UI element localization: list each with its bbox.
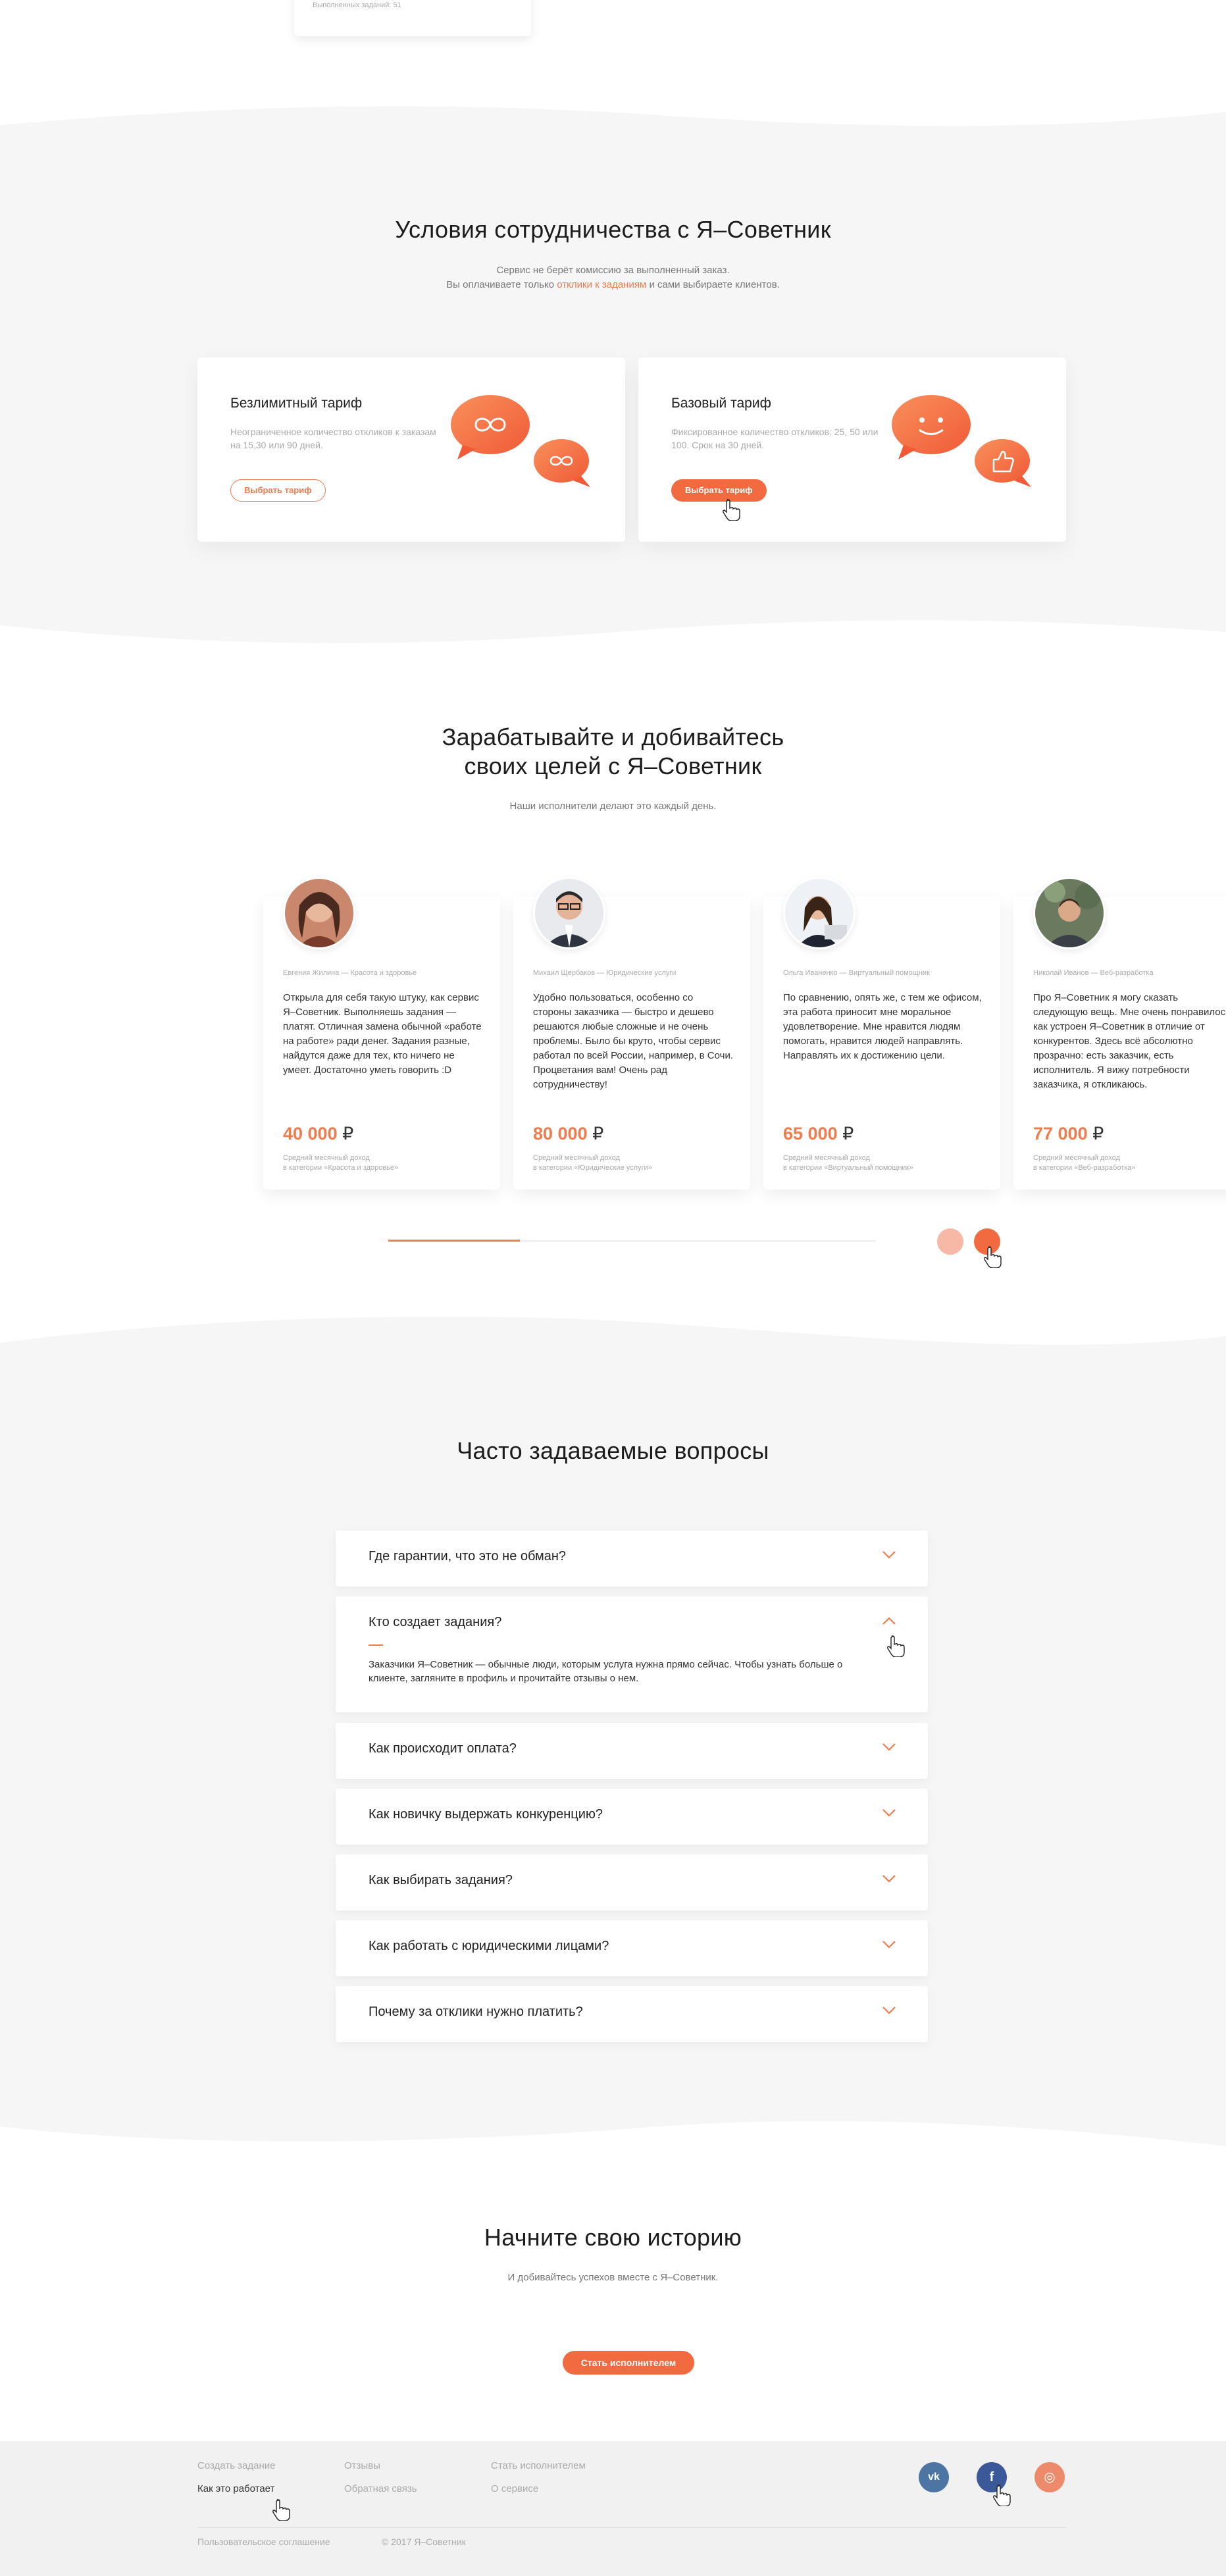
tariff-title: Базовый тариф <box>671 396 771 411</box>
avatar <box>1033 877 1106 949</box>
income-note: Средний месячный доход в категории «Юриди… <box>533 1154 652 1172</box>
avatar <box>283 877 355 949</box>
vk-icon[interactable]: vk <box>919 2462 949 2492</box>
hand-cursor-icon <box>272 2499 290 2521</box>
wave-top-1 <box>0 106 1226 138</box>
faq-item[interactable]: Как работать с юридическими лицами? <box>336 1920 928 1976</box>
income-value: 80 000 ₽ <box>533 1124 604 1143</box>
faq-question: Кто создает задания? <box>369 1615 502 1629</box>
income-value: 40 000 ₽ <box>283 1124 354 1143</box>
income-value: 65 000 ₽ <box>783 1124 854 1143</box>
cooperation-subtitle: Сервис не берёт комиссию за выполненный … <box>0 263 1226 292</box>
footer-link-agreement[interactable]: Пользовательское соглашение <box>197 2537 330 2547</box>
chevron-down-icon <box>882 1809 896 1817</box>
tariff-card-unlimited: Безлимитный тариф Неограниченное количес… <box>197 357 625 542</box>
wave-top-2 <box>0 1317 1226 1363</box>
footer-link-reviews[interactable]: Отзывы <box>344 2460 380 2471</box>
hand-cursor-icon <box>887 1635 905 1657</box>
faq-question: Как работать с юридическими лицами? <box>369 1939 609 1953</box>
completed-tasks-text: Выполненных заданий: 51 <box>313 1 401 9</box>
testimonial-quote: Открыла для себя такую штуку, как сервис… <box>283 992 482 1076</box>
testimonial-author: Николай Иванов — Веб-разработка <box>1033 969 1154 977</box>
become-executor-button[interactable]: Стать исполнителем <box>563 2351 694 2375</box>
footer-link-feedback[interactable]: Обратная связь <box>344 2483 417 2494</box>
footer-link-become-executor[interactable]: Стать исполнителем <box>491 2460 586 2471</box>
income-note: Средний месячный доход в категории «Вирту… <box>783 1154 913 1172</box>
footer-divider <box>197 2527 1066 2528</box>
choose-tariff-button[interactable]: Выбрать тариф <box>230 479 326 502</box>
chevron-up-icon <box>882 1617 896 1625</box>
earn-title: Зарабатывайте и добивайтесь своих целей … <box>442 723 784 779</box>
chevron-down-icon <box>882 1941 896 1949</box>
hand-cursor-icon <box>723 499 740 521</box>
footer-link-create-task[interactable]: Создать задание <box>197 2460 276 2471</box>
faq-item[interactable]: Как новичку выдержать конкуренцию? <box>336 1789 928 1845</box>
testimonial-card: Михаил Щербаков — Юридические услуги Удо… <box>513 877 750 1190</box>
faq-question: Как выбирать задания? <box>369 1873 513 1887</box>
testimonial-card: Евгения Жилина — Красота и здоровье Откр… <box>263 877 500 1190</box>
avatar <box>783 877 856 949</box>
testimonial-card: Ольга Иваненко — Виртуальный помощник По… <box>763 877 1000 1190</box>
cooperation-title: Условия сотрудничества с Я–Советник <box>395 216 831 243</box>
testimonial-author: Михаил Щербаков — Юридические услуги <box>533 969 677 977</box>
faq-divider <box>369 1644 383 1646</box>
cta-subtitle: И добивайтесь успехов вместе с Я–Советни… <box>507 2272 719 2283</box>
cta-title: Начните свою историю <box>484 2224 742 2251</box>
footer-link-about[interactable]: О сервисе <box>491 2483 538 2494</box>
faq-item[interactable]: Где гарантии, что это не обман? <box>336 1531 928 1587</box>
choose-tariff-button[interactable]: Выбрать тариф <box>671 479 767 502</box>
faq-item[interactable]: Почему за отклики нужно платить? <box>336 1986 928 2042</box>
wave-bottom-2 <box>0 2107 1226 2146</box>
faq-answer: Заказчики Я–Советник — обычные люди, кот… <box>369 1659 843 1684</box>
hand-cursor-icon <box>993 2484 1011 2506</box>
slider-prev-button[interactable] <box>937 1228 963 1255</box>
wave-bottom-1 <box>0 612 1226 643</box>
income-note: Средний месячный доход в категории «Красо… <box>283 1154 399 1172</box>
slider-progress <box>388 1240 520 1242</box>
earn-subtitle: Наши исполнители делают это каждый день. <box>509 801 717 812</box>
tariff-description: Неограниченное количество откликов к зак… <box>230 427 436 450</box>
faq-question: Как новичку выдержать конкуренцию? <box>369 1807 603 1822</box>
tariff-card-basic: Базовый тариф Фиксированное количество о… <box>638 357 1066 542</box>
faq-item[interactable]: Как выбирать задания? <box>336 1854 928 1910</box>
tariff-description: Фиксированное количество откликов: 25, 5… <box>671 427 879 450</box>
cooperation-sub-line2: Вы оплачиваете только отклики к заданиям… <box>446 279 780 290</box>
hand-cursor-icon <box>984 1246 1002 1268</box>
chevron-down-icon <box>882 1743 896 1751</box>
faq-item-open[interactable]: Кто создает задания? Заказчики Я–Советни… <box>336 1596 928 1712</box>
infinity-chat-icon <box>451 395 590 487</box>
faq-item[interactable]: Как происходит оплата? <box>336 1723 928 1779</box>
smile-like-chat-icon <box>892 395 1031 487</box>
faq-question: Почему за отклики нужно платить? <box>369 2005 583 2019</box>
testimonial-author: Ольга Иваненко — Виртуальный помощник <box>783 969 930 977</box>
tariff-title: Безлимитный тариф <box>230 396 363 411</box>
copyright: © 2017 Я–Советник <box>382 2537 466 2547</box>
income-note: Средний месячный доход в категории «Веб-р… <box>1033 1154 1136 1172</box>
faq-question: Как происходит оплата? <box>369 1741 517 1756</box>
footer <box>0 2441 1226 2576</box>
testimonial-author: Евгения Жилина — Красота и здоровье <box>283 969 417 977</box>
avatar <box>533 877 605 949</box>
chevron-down-icon <box>882 1551 896 1559</box>
testimonial-quote: Удобно пользоваться, особенно со стороны… <box>533 992 733 1090</box>
chevron-down-icon <box>882 1875 896 1883</box>
executor-card-remnant: Выполненных заданий: 51 <box>294 0 531 36</box>
footer-link-how-it-works[interactable]: Как это работает <box>197 2483 274 2494</box>
chevron-down-icon <box>882 2007 896 2014</box>
faq-title: Часто задаваемые вопросы <box>457 1437 769 1464</box>
testimonial-quote: Про Я–Советник я могу сказать следующую … <box>1033 992 1226 1090</box>
responses-link[interactable]: отклики к заданиям <box>557 279 646 290</box>
income-value: 77 000 ₽ <box>1033 1124 1104 1143</box>
cooperation-sub-line1: Сервис не берёт комиссию за выполненный … <box>496 265 730 276</box>
testimonial-card: Николай Иванов — Веб-разработка Про Я–Со… <box>1013 877 1226 1190</box>
testimonial-quote: По сравнению, опять же, с тем же офисом,… <box>783 992 982 1061</box>
faq-question: Где гарантии, что это не обман? <box>369 1549 567 1564</box>
instagram-icon[interactable]: ◎ <box>1034 2462 1065 2492</box>
